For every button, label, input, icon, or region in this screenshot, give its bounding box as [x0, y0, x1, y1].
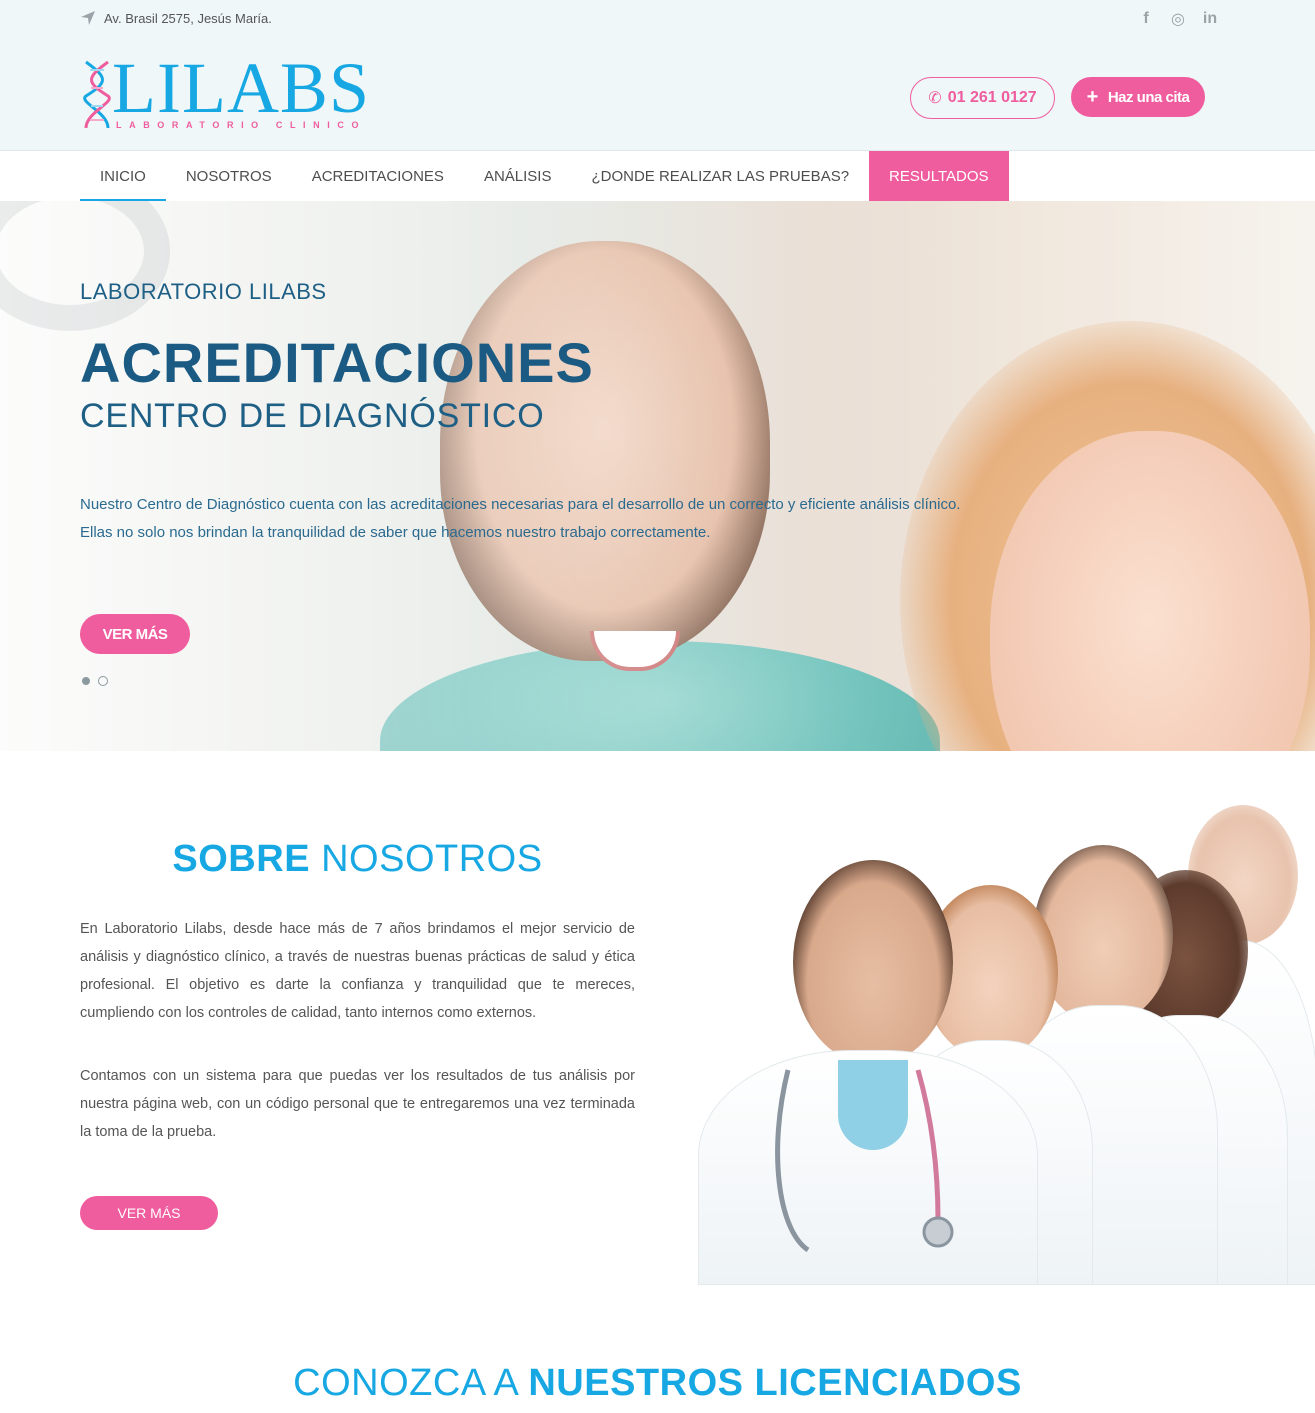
nav-item-inicio[interactable]: INICIO [80, 151, 166, 202]
nav-item-analisis[interactable]: ANÁLISIS [464, 151, 572, 201]
address-text: Av. Brasil 2575, Jesús María. [104, 10, 272, 26]
linkedin-icon[interactable]: in [1201, 9, 1219, 29]
hero-title: ACREDITACIONES [80, 331, 594, 394]
nav-item-donde-realizar[interactable]: ¿DONDE REALIZAR LAS PRUEBAS? [571, 151, 869, 201]
hero-description: Nuestro Centro de Diagnóstico cuenta con… [80, 491, 1020, 547]
nav-list: INICIO NOSOTROS ACREDITACIONES ANÁLISIS … [80, 151, 1009, 202]
hero-description-line2: Ellas no solo nos brindan la tranquilida… [80, 524, 711, 541]
location-arrow-icon [81, 11, 95, 25]
licenciados-heading: CONOZCA A NUESTROS LICENCIADOS [0, 1362, 1315, 1405]
stethoscope-icon [775, 1069, 954, 1253]
hero-slider: LABORATORIO LILABS ACREDITACIONES CENTRO… [0, 201, 1315, 751]
nav-item-resultados[interactable]: RESULTADOS [869, 151, 1009, 201]
phone-button[interactable]: ✆ 01 261 0127 [910, 77, 1055, 119]
appointment-button[interactable]: + Haz una cita [1071, 77, 1205, 117]
hero-description-line1: Nuestro Centro de Diagnóstico cuenta con… [80, 496, 961, 513]
about-heading: SOBRE NOSOTROS [80, 838, 635, 881]
slider-dots [82, 676, 108, 686]
site-header: Av. Brasil 2575, Jesús María. f ◎ in LIL… [0, 0, 1315, 150]
about-ver-mas-button[interactable]: VER MÁS [80, 1196, 218, 1230]
logo-tagline: LABORATORIO CLINICO [116, 120, 367, 130]
phone-number: 01 261 0127 [947, 89, 1037, 106]
slider-dot-1[interactable] [82, 677, 90, 685]
nav-item-acreditaciones[interactable]: ACREDITACIONES [292, 151, 464, 201]
phone-icon: ✆ [928, 90, 942, 107]
about-paragraph-1: En Laboratorio Lilabs, desde hace más de… [80, 921, 635, 1021]
hero-ver-mas-button[interactable]: VER MÁS [80, 614, 190, 654]
main-nav: INICIO NOSOTROS ACREDITACIONES ANÁLISIS … [0, 150, 1315, 202]
about-paragraph-2: Contamos con un sistema para que puedas … [80, 1068, 635, 1140]
team-photo-doctor-1 [793, 860, 953, 1065]
hero-subtitle: CENTRO DE DIAGNÓSTICO [80, 397, 545, 435]
licenciados-heading-light: CONOZCA A [293, 1362, 529, 1404]
slider-dot-2[interactable] [98, 676, 108, 686]
facebook-icon[interactable]: f [1137, 9, 1155, 29]
dna-icon [83, 60, 111, 129]
logo[interactable]: LILABS LABORATORIO CLINICO [80, 50, 420, 132]
address: Av. Brasil 2575, Jesús María. [80, 10, 272, 26]
logo-wordmark: LILABS [112, 48, 370, 128]
instagram-icon[interactable]: ◎ [1169, 9, 1187, 29]
social-links: f ◎ in [1137, 9, 1219, 29]
nav-item-nosotros[interactable]: NOSOTROS [166, 151, 292, 201]
licenciados-heading-strong: NUESTROS LICENCIADOS [528, 1362, 1022, 1404]
hero-kicker: LABORATORIO LILABS [80, 279, 327, 304]
plus-icon: + [1086, 86, 1099, 108]
about-heading-rest: NOSOTROS [310, 838, 543, 880]
team-photo [678, 800, 1315, 1285]
appointment-label: Haz una cita [1107, 88, 1190, 106]
about-heading-strong: SOBRE [172, 838, 311, 880]
